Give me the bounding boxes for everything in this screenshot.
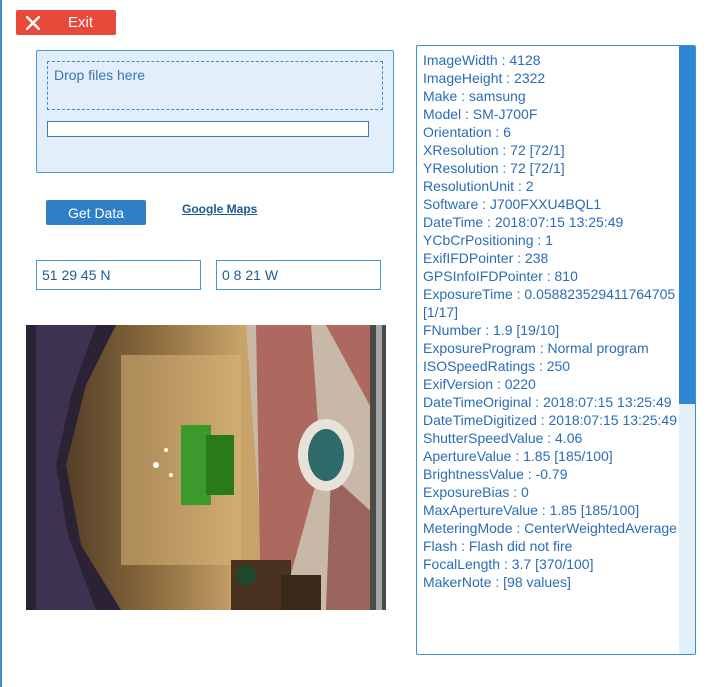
get-data-label: Get Data [67, 204, 125, 221]
close-icon [26, 15, 40, 30]
exif-line: FNumber : 1.9 [19/10] [423, 322, 560, 338]
exif-line: MakerNote : [98 values] [423, 574, 571, 590]
exif-line: GPSInfoIFDPointer : 810 [423, 268, 578, 284]
upload-panel: Drop files here [36, 50, 394, 173]
exif-line: DateTimeDigitized : 2018:07:15 13:25:49 [423, 412, 677, 428]
upload-progress-bar [47, 121, 369, 137]
exif-line: ExposureProgram : Normal program [423, 340, 649, 356]
exif-line: Model : SM-J700F [423, 106, 538, 122]
file-drop-zone[interactable]: Drop files here [47, 61, 383, 110]
exif-line: DateTime : 2018:07:15 13:25:49 [423, 214, 624, 230]
google-maps-link[interactable]: Google Maps [182, 202, 257, 216]
exif-line: Orientation : 6 [423, 124, 511, 140]
photo-image [26, 325, 386, 610]
exif-scrollbar-thumb[interactable] [679, 46, 695, 404]
exif-line: ImageHeight : 2322 [423, 70, 546, 86]
exif-line: ExifVersion : 0220 [423, 376, 536, 392]
longitude-field[interactable] [216, 260, 381, 290]
exif-line: ISOSpeedRatings : 250 [423, 358, 571, 374]
drop-zone-label: Drop files here [54, 67, 146, 83]
exif-line: ExposureTime : 0.058823529411764705 [1/1… [423, 286, 676, 320]
exif-line: ApertureValue : 1.85 [185/100] [423, 448, 613, 464]
exif-line: ExposureBias : 0 [423, 484, 529, 500]
exif-line: XResolution : 72 [72/1] [423, 142, 565, 158]
exif-scrollbar-track[interactable] [679, 46, 695, 654]
exif-line: YCbCrPositioning : 1 [423, 232, 553, 248]
exif-line: Software : J700FXXU4BQL1 [423, 196, 602, 212]
exif-line: YResolution : 72 [72/1] [423, 160, 565, 176]
exif-data-panel[interactable]: ImageWidth : 4128 ImageHeight : 2322 Make … [416, 45, 696, 655]
exif-line: Flash : Flash did not fire [423, 538, 573, 554]
exif-list: ImageWidth : 4128 ImageHeight : 2322 Make … [423, 51, 677, 591]
exif-line: ImageWidth : 4128 [423, 52, 541, 68]
exif-line: BrightnessValue : -0.79 [423, 466, 568, 482]
exit-button[interactable]: Exit [16, 10, 116, 35]
exit-button-label: Exit [68, 14, 94, 31]
exif-line: Make : samsung [423, 88, 526, 104]
get-data-button[interactable]: Get Data [46, 200, 146, 225]
exif-line: ShutterSpeedValue : 4.06 [423, 430, 583, 446]
exif-line: FocalLength : 3.7 [370/100] [423, 556, 594, 572]
exif-line: MeteringMode : CenterWeightedAverage [423, 520, 677, 536]
exif-line: ResolutionUnit : 2 [423, 178, 534, 194]
exif-line: MaxApertureValue : 1.85 [185/100] [423, 502, 640, 518]
window-left-border [0, 0, 2, 687]
uploaded-photo [26, 325, 386, 610]
exif-line: ExifIFDPointer : 238 [423, 250, 549, 266]
latitude-field[interactable] [36, 260, 201, 290]
exif-line: DateTimeOriginal : 2018:07:15 13:25:49 [423, 394, 672, 410]
